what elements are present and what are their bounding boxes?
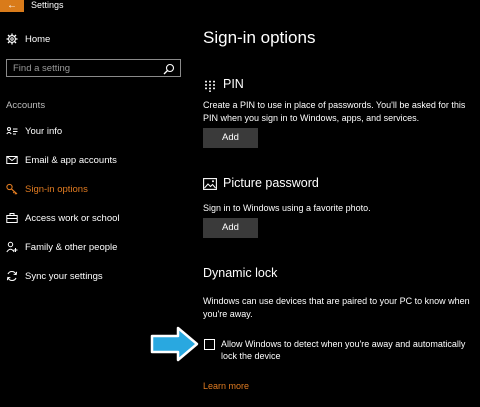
search-box[interactable]: Find a setting bbox=[6, 59, 181, 77]
search-input[interactable]: Find a setting bbox=[13, 63, 70, 74]
pin-heading: PIN bbox=[223, 77, 244, 91]
briefcase-icon bbox=[6, 212, 18, 224]
sync-icon bbox=[6, 270, 18, 282]
add-pin-button[interactable]: Add bbox=[203, 128, 258, 148]
title-bar: ← Settings bbox=[0, 0, 480, 14]
main-content: Sign-in options PIN Create a PIN to use … bbox=[190, 14, 480, 407]
search-icon[interactable] bbox=[163, 62, 175, 75]
sidebar-item-label: Sign-in options bbox=[25, 183, 88, 195]
section-heading: Accounts bbox=[6, 100, 46, 111]
dynamic-lock-checkbox[interactable] bbox=[204, 339, 215, 350]
sidebar-item-label: Email & app accounts bbox=[25, 154, 117, 166]
window-title: Settings bbox=[31, 0, 64, 10]
sidebar-item-email-app-accounts[interactable]: Email & app accounts bbox=[6, 151, 117, 169]
pin-description: Create a PIN to use in place of password… bbox=[203, 100, 466, 123]
person-card-icon bbox=[6, 125, 18, 137]
sidebar-item-label: Sync your settings bbox=[25, 270, 103, 282]
people-icon bbox=[6, 241, 18, 253]
key-icon bbox=[6, 183, 18, 195]
gear-icon bbox=[6, 33, 18, 45]
sidebar-item-sync-settings[interactable]: Sync your settings bbox=[6, 267, 103, 285]
sidebar-item-access-work-school[interactable]: Access work or school bbox=[6, 209, 120, 227]
mail-icon bbox=[6, 154, 18, 166]
dynamic-lock-heading: Dynamic lock bbox=[203, 266, 278, 280]
keypad-icon bbox=[204, 79, 216, 93]
sidebar-item-label: Home bbox=[25, 33, 51, 45]
sidebar-item-label: Your info bbox=[25, 125, 63, 137]
picture-password-description: Sign in to Windows using a favorite phot… bbox=[203, 203, 371, 213]
back-arrow-icon: ← bbox=[7, 0, 17, 11]
sidebar-item-home[interactable]: Home bbox=[6, 30, 50, 48]
learn-more-link[interactable]: Learn more bbox=[203, 381, 249, 391]
dynamic-lock-checkbox-label[interactable]: Allow Windows to detect when you're away… bbox=[221, 338, 476, 362]
sidebar-item-sign-in-options[interactable]: Sign-in options bbox=[6, 180, 88, 198]
add-picture-password-button[interactable]: Add bbox=[203, 218, 258, 238]
dynamic-lock-description: Windows can use devices that are paired … bbox=[203, 296, 470, 319]
picture-icon bbox=[203, 177, 217, 190]
page-title: Sign-in options bbox=[203, 28, 316, 47]
sidebar-item-your-info[interactable]: Your info bbox=[6, 122, 62, 140]
sidebar-item-family-other-people[interactable]: Family & other people bbox=[6, 238, 117, 256]
callout-arrow-icon bbox=[150, 326, 199, 362]
back-button[interactable]: ← bbox=[0, 0, 24, 12]
sidebar-item-label: Access work or school bbox=[25, 212, 120, 224]
sidebar-item-label: Family & other people bbox=[25, 241, 118, 253]
picture-password-heading: Picture password bbox=[223, 176, 319, 190]
